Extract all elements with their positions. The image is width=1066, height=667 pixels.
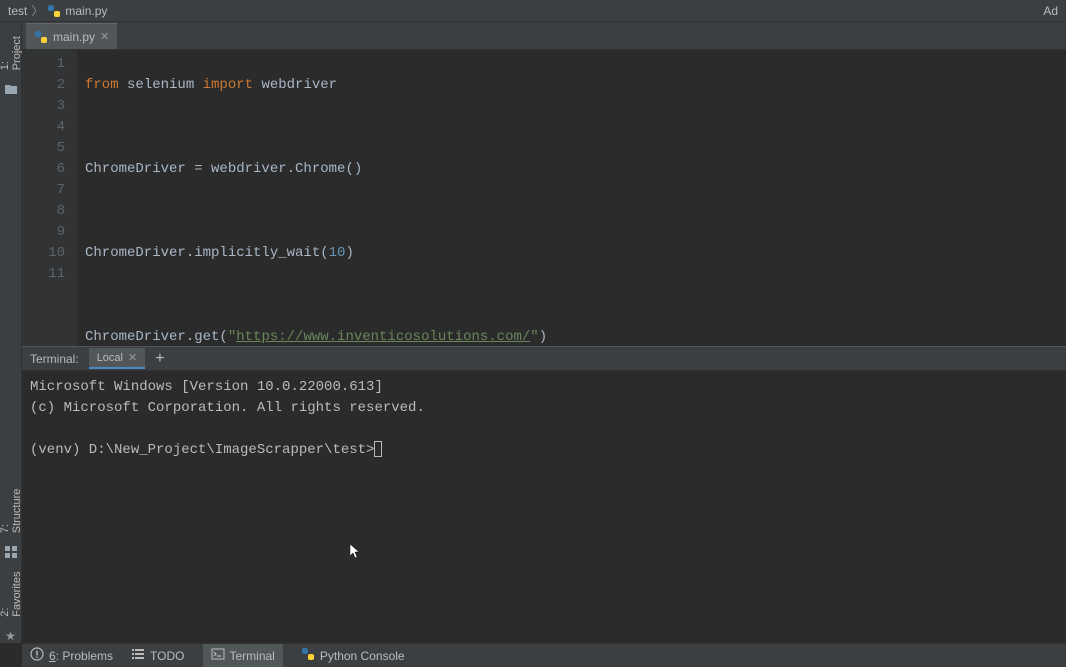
terminal-line: Microsoft Windows [Version 10.0.22000.61… [30, 379, 383, 395]
line-number: 8 [22, 201, 65, 222]
toolwindow-terminal[interactable]: Terminal [203, 644, 283, 667]
terminal-line: (c) Microsoft Corporation. All rights re… [30, 400, 425, 416]
breadcrumb-project[interactable]: test [8, 4, 27, 18]
code-editor[interactable]: 1 2 3 4 5 6 7 8 9 10 11 from selenium im… [22, 50, 1066, 346]
terminal-tab-label: Local [97, 352, 123, 364]
warning-icon [30, 647, 44, 664]
toolwindow-problems[interactable]: 6: Problems [30, 647, 113, 664]
line-number: 11 [22, 264, 65, 285]
terminal-cursor [374, 441, 382, 457]
python-file-icon [34, 30, 48, 44]
toolwindow-structure[interactable]: 7: Structure [0, 476, 25, 541]
line-number: 1 [22, 54, 65, 75]
python-file-icon [47, 4, 61, 18]
line-number: 4 [22, 117, 65, 138]
close-icon[interactable]: ✕ [128, 351, 137, 364]
line-gutter: 1 2 3 4 5 6 7 8 9 10 11 [22, 50, 77, 346]
editor-tab-bar: main.py ✕ [22, 22, 1066, 50]
breadcrumb-bar: test 〉 main.py Ad [0, 0, 1066, 22]
line-number: 10 [22, 243, 65, 264]
line-number: 9 [22, 222, 65, 243]
terminal-title: Terminal: [30, 352, 79, 366]
terminal-panel: Terminal: Local ✕ + Microsoft Windows [V… [22, 346, 1066, 643]
breadcrumb-action-right[interactable]: Ad [1043, 4, 1058, 18]
editor-tab-main[interactable]: main.py ✕ [26, 23, 117, 49]
python-icon [301, 647, 315, 664]
toolwindow-favorites[interactable]: 2: Favorites [0, 559, 25, 625]
line-number: 7 [22, 180, 65, 201]
terminal-tab-local[interactable]: Local ✕ [89, 348, 146, 369]
line-number: 3 [22, 96, 65, 117]
toolwindow-project[interactable]: 1: Project [0, 22, 25, 78]
bottom-toolbar: 6: Problems TODO Terminal Python Console [22, 643, 1066, 667]
terminal-prompt: (venv) D:\New_Project\ImageScrapper\test… [30, 442, 374, 458]
add-terminal-button[interactable]: + [155, 350, 164, 368]
toolwindow-python-console[interactable]: Python Console [301, 647, 405, 664]
editor-tab-label: main.py [53, 30, 95, 44]
terminal-icon [211, 647, 225, 664]
list-icon [131, 647, 145, 664]
structure-icon [3, 545, 19, 559]
terminal-body[interactable]: Microsoft Windows [Version 10.0.22000.61… [22, 371, 1066, 643]
main-area: main.py ✕ 1 2 3 4 5 6 7 8 9 10 11 from s… [22, 22, 1066, 643]
folder-icon [3, 82, 19, 96]
toolwindow-todo[interactable]: TODO [131, 647, 184, 664]
star-icon: ★ [3, 629, 19, 643]
breadcrumb-file[interactable]: main.py [65, 4, 107, 18]
left-toolbar: 1: Project 7: Structure 2: Favorites ★ [0, 22, 22, 643]
breadcrumb-separator: 〉 [31, 2, 43, 19]
line-number: 2 [22, 75, 65, 96]
close-icon[interactable]: ✕ [100, 30, 109, 43]
code-content[interactable]: from selenium import webdriver ChromeDri… [77, 50, 1066, 346]
line-number: 6 [22, 159, 65, 180]
terminal-header: Terminal: Local ✕ + [22, 347, 1066, 371]
line-number: 5 [22, 138, 65, 159]
